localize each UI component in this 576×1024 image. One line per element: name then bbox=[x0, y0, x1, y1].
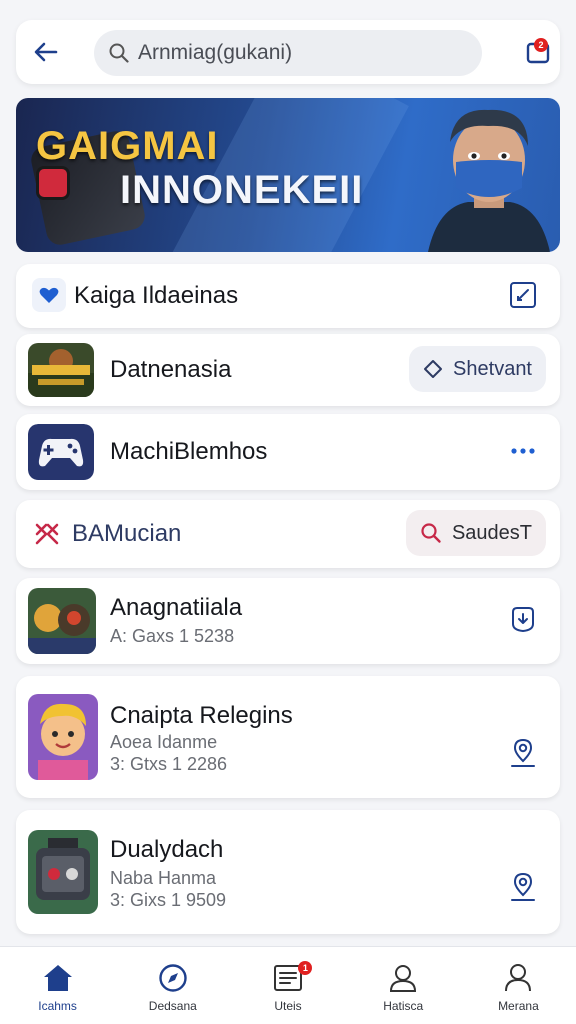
nav-profile-label: Merana bbox=[498, 999, 539, 1013]
back-button[interactable] bbox=[30, 36, 62, 68]
heart-icon bbox=[32, 278, 66, 312]
nav-home-label: Icahms bbox=[38, 999, 77, 1013]
search-input[interactable] bbox=[138, 41, 468, 65]
profile-icon bbox=[505, 964, 532, 992]
section-header-favorites[interactable]: Kaiga Ildaeinas bbox=[16, 264, 560, 328]
search-icon bbox=[421, 523, 441, 543]
nav-profile[interactable]: Merana bbox=[461, 947, 576, 1024]
game-thumbnail bbox=[28, 694, 98, 780]
game-thumbnail bbox=[28, 343, 94, 397]
game-thumbnail bbox=[28, 830, 98, 914]
game-meta: A: Gaxs 1 5238 bbox=[110, 626, 235, 646]
search-section-button[interactable]: SaudesT bbox=[405, 510, 546, 556]
section-title: BAMucian bbox=[72, 520, 182, 547]
notification-badge: 2 bbox=[534, 38, 548, 52]
show-button-label: Shetvant bbox=[453, 357, 532, 380]
search-icon bbox=[109, 43, 129, 63]
game-row[interactable]: Cnaipta Relegins Aoea Idanme 3: Gtxs 1 2… bbox=[16, 676, 560, 798]
bottom-nav: Icahms Dedsana 1 Uteis Hatisca Merana bbox=[0, 946, 576, 1024]
map-pin-icon bbox=[511, 872, 535, 901]
item-title: Datnenasia bbox=[110, 356, 232, 383]
game-meta: Aoea Idanme bbox=[110, 732, 218, 752]
location-button[interactable] bbox=[506, 736, 540, 770]
nav-friends[interactable]: Hatisca bbox=[346, 947, 461, 1024]
promo-banner[interactable]: GAIGMAI INNONEKEII bbox=[16, 98, 560, 252]
nav-discover-label: Dedsana bbox=[148, 999, 197, 1013]
nav-lists[interactable]: 1 Uteis bbox=[230, 947, 345, 1024]
location-button[interactable] bbox=[506, 870, 540, 904]
game-title: Dualydach bbox=[110, 836, 224, 863]
more-button[interactable] bbox=[506, 434, 540, 468]
show-button[interactable]: Shetvant bbox=[409, 346, 546, 392]
download-icon bbox=[512, 607, 534, 633]
game-row[interactable]: Anagnatiiala A: Gaxs 1 5238 bbox=[16, 578, 560, 664]
game-title: Cnaipta Relegins bbox=[110, 702, 293, 729]
tag-icon bbox=[424, 360, 443, 378]
nav-discover[interactable]: Dedsana bbox=[115, 947, 230, 1024]
edit-button[interactable] bbox=[506, 278, 540, 312]
banner-subtitle: INNONEKEII bbox=[120, 168, 364, 212]
nav-lists-badge: 1 bbox=[298, 961, 313, 975]
nav-home[interactable]: Icahms bbox=[0, 947, 115, 1024]
back-arrow-icon bbox=[34, 42, 58, 62]
home-icon bbox=[43, 965, 72, 991]
download-button[interactable] bbox=[506, 602, 540, 636]
gamepad-icon bbox=[28, 424, 94, 480]
top-bar: 2 bbox=[16, 20, 560, 84]
robot-eye-art bbox=[36, 166, 70, 200]
cross-swords-icon bbox=[35, 523, 59, 545]
banner-title: GAIGMAI bbox=[36, 124, 219, 168]
nav-lists-label: Uteis bbox=[274, 999, 302, 1013]
section-header-popular[interactable]: BAMucian SaudesT bbox=[16, 500, 560, 568]
list-item[interactable]: MachiBlemhos bbox=[16, 414, 560, 490]
edit-icon bbox=[510, 282, 536, 308]
compass-icon bbox=[159, 964, 187, 992]
game-row[interactable]: Dualydach Naba Hanma 3: Gixs 1 9509 bbox=[16, 810, 560, 934]
notifications-button[interactable]: 2 bbox=[516, 30, 560, 74]
list-item[interactable]: Datnenasia Shetvant bbox=[16, 334, 560, 406]
game-title: Anagnatiiala bbox=[110, 594, 243, 621]
game-meta: 3: Gixs 1 9509 bbox=[110, 890, 227, 910]
character-avatar-art bbox=[428, 109, 550, 252]
game-meta: 3: Gtxs 1 2286 bbox=[110, 754, 228, 774]
search-bar[interactable] bbox=[94, 30, 482, 76]
game-meta: Naba Hanma bbox=[110, 868, 217, 888]
item-title: MachiBlemhos bbox=[110, 438, 268, 465]
map-pin-icon bbox=[511, 738, 535, 767]
nav-friends-label: Hatisca bbox=[383, 999, 424, 1013]
search-section-label: SaudesT bbox=[451, 521, 532, 544]
section-title: Kaiga Ildaeinas bbox=[74, 282, 239, 309]
game-thumbnail bbox=[28, 588, 96, 654]
more-horizontal-icon bbox=[511, 448, 535, 454]
user-icon bbox=[390, 965, 417, 992]
